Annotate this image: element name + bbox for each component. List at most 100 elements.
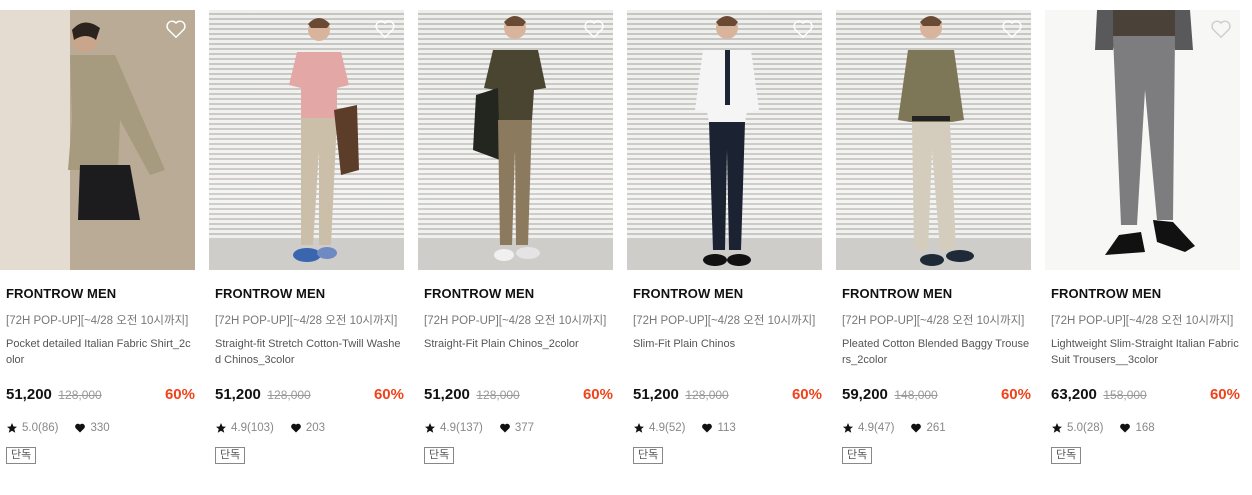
promo-text: [72H POP-UP][~4/28 오전 10시까지] bbox=[215, 315, 398, 327]
review-row: 4.9(52) 113 bbox=[633, 422, 736, 434]
product-name[interactable]: Pocket detailed Italian Fabric Shirt_2co… bbox=[6, 336, 194, 368]
brand-name[interactable]: FRONTROW MEN bbox=[842, 286, 952, 301]
price-row: 51,200 128,000 60% bbox=[215, 386, 404, 408]
star-icon bbox=[843, 423, 853, 433]
original-price: 148,000 bbox=[894, 388, 938, 402]
product-image[interactable] bbox=[836, 10, 1031, 270]
star-icon bbox=[7, 423, 17, 433]
star-icon bbox=[634, 423, 644, 433]
brand-name[interactable]: FRONTROW MEN bbox=[424, 286, 534, 301]
promo-text: [72H POP-UP][~4/28 오전 10시까지] bbox=[424, 315, 607, 327]
product-image[interactable] bbox=[627, 10, 822, 270]
likes-count: 168 bbox=[1135, 422, 1155, 434]
model-figure bbox=[695, 16, 759, 266]
original-price: 128,000 bbox=[476, 388, 520, 402]
heart-outline-icon[interactable] bbox=[374, 18, 396, 40]
discount-rate: 60% bbox=[373, 386, 404, 403]
rating-text: 5.0(86) bbox=[22, 422, 59, 434]
exclusive-tag: 단독 bbox=[6, 447, 37, 464]
heart-outline-icon[interactable] bbox=[165, 18, 187, 40]
sale-price: 63,200 bbox=[1051, 386, 1097, 403]
review-row: 4.9(103) 203 bbox=[215, 422, 325, 434]
discount-rate: 60% bbox=[1000, 386, 1031, 403]
original-price: 158,000 bbox=[1103, 388, 1147, 402]
heart-outline-icon[interactable] bbox=[1210, 18, 1232, 40]
original-price: 128,000 bbox=[267, 388, 311, 402]
heart-filled-icon bbox=[702, 423, 713, 433]
heart-outline-icon[interactable] bbox=[1001, 18, 1023, 40]
discount-rate: 60% bbox=[164, 386, 195, 403]
exclusive-tag: 단독 bbox=[215, 447, 246, 464]
exclusive-tag: 단독 bbox=[424, 447, 455, 464]
brand-name[interactable]: FRONTROW MEN bbox=[215, 286, 325, 301]
discount-rate: 60% bbox=[1209, 386, 1240, 403]
product-card[interactable]: FRONTROW MEN [72H POP-UP][~4/28 오전 10시까지… bbox=[209, 10, 404, 480]
model-figure bbox=[473, 16, 546, 261]
heart-filled-icon bbox=[499, 423, 510, 433]
sale-price: 51,200 bbox=[215, 386, 261, 403]
price-row: 51,200 128,000 60% bbox=[633, 386, 822, 408]
star-icon bbox=[1052, 423, 1062, 433]
price-row: 51,200 128,000 60% bbox=[424, 386, 613, 408]
price-row: 51,200 128,000 60% bbox=[6, 386, 195, 408]
heart-filled-icon bbox=[1120, 423, 1131, 433]
product-image[interactable] bbox=[0, 10, 195, 270]
brand-name[interactable]: FRONTROW MEN bbox=[633, 286, 743, 301]
product-card[interactable]: FRONTROW MEN [72H POP-UP][~4/28 오전 10시까지… bbox=[1045, 10, 1240, 480]
price-row: 63,200 158,000 60% bbox=[1051, 386, 1240, 408]
model-figure bbox=[0, 10, 195, 270]
discount-rate: 60% bbox=[791, 386, 822, 403]
promo-text: [72H POP-UP][~4/28 오전 10시까지] bbox=[842, 315, 1025, 327]
review-row: 5.0(28) 168 bbox=[1051, 422, 1155, 434]
promo-text: [72H POP-UP][~4/28 오전 10시까지] bbox=[6, 315, 189, 327]
product-name[interactable]: Slim-Fit Plain Chinos bbox=[633, 336, 821, 352]
product-name[interactable]: Straight-fit Stretch Cotton-Twill Washed… bbox=[215, 336, 403, 368]
promo-text: [72H POP-UP][~4/28 오전 10시까지] bbox=[633, 315, 816, 327]
heart-outline-icon[interactable] bbox=[583, 18, 605, 40]
sale-price: 51,200 bbox=[6, 386, 52, 403]
promo-text: [72H POP-UP][~4/28 오전 10시까지] bbox=[1051, 315, 1234, 327]
product-image[interactable] bbox=[1045, 10, 1240, 270]
review-row: 4.9(47) 261 bbox=[842, 422, 946, 434]
product-name[interactable]: Lightweight Slim-Straight Italian Fabric… bbox=[1051, 336, 1239, 368]
likes-count: 330 bbox=[90, 422, 110, 434]
rating-text: 4.9(103) bbox=[231, 422, 274, 434]
rating-text: 5.0(28) bbox=[1067, 422, 1104, 434]
product-image[interactable] bbox=[209, 10, 404, 270]
product-card[interactable]: FRONTROW MEN [72H POP-UP][~4/28 오전 10시까지… bbox=[0, 10, 195, 480]
sale-price: 51,200 bbox=[424, 386, 470, 403]
exclusive-tag: 단독 bbox=[842, 447, 873, 464]
price-row: 59,200 148,000 60% bbox=[842, 386, 1031, 408]
sale-price: 59,200 bbox=[842, 386, 888, 403]
likes-count: 377 bbox=[514, 422, 535, 434]
heart-filled-icon bbox=[911, 423, 922, 433]
product-name[interactable]: Straight-Fit Plain Chinos_2color bbox=[424, 336, 612, 352]
original-price: 128,000 bbox=[58, 388, 102, 402]
sale-price: 51,200 bbox=[633, 386, 679, 403]
product-grid: FRONTROW MEN [72H POP-UP][~4/28 오전 10시까지… bbox=[0, 0, 1252, 495]
review-row: 5.0(86) 330 bbox=[6, 422, 110, 434]
model-figure bbox=[898, 16, 974, 266]
product-image[interactable] bbox=[418, 10, 613, 270]
likes-count: 203 bbox=[305, 422, 326, 434]
product-name[interactable]: Pleated Cotton Blended Baggy Trousers_2c… bbox=[842, 336, 1030, 368]
discount-rate: 60% bbox=[582, 386, 613, 403]
heart-filled-icon bbox=[290, 423, 301, 433]
heart-outline-icon[interactable] bbox=[792, 18, 814, 40]
star-icon bbox=[216, 423, 226, 433]
product-card[interactable]: FRONTROW MEN [72H POP-UP][~4/28 오전 10시까지… bbox=[418, 10, 613, 480]
exclusive-tag: 단독 bbox=[1051, 447, 1082, 464]
review-row: 4.9(137) 377 bbox=[424, 422, 534, 434]
brand-name[interactable]: FRONTROW MEN bbox=[1051, 286, 1161, 301]
model-figure bbox=[289, 18, 359, 262]
star-icon bbox=[425, 423, 435, 433]
likes-count: 113 bbox=[717, 422, 736, 434]
brand-name[interactable]: FRONTROW MEN bbox=[6, 286, 116, 301]
rating-text: 4.9(52) bbox=[649, 422, 686, 434]
heart-filled-icon bbox=[75, 423, 86, 433]
rating-text: 4.9(137) bbox=[440, 422, 483, 434]
product-card[interactable]: FRONTROW MEN [72H POP-UP][~4/28 오전 10시까지… bbox=[627, 10, 822, 480]
original-price: 128,000 bbox=[685, 388, 729, 402]
product-card[interactable]: FRONTROW MEN [72H POP-UP][~4/28 오전 10시까지… bbox=[836, 10, 1031, 480]
likes-count: 261 bbox=[926, 422, 946, 434]
